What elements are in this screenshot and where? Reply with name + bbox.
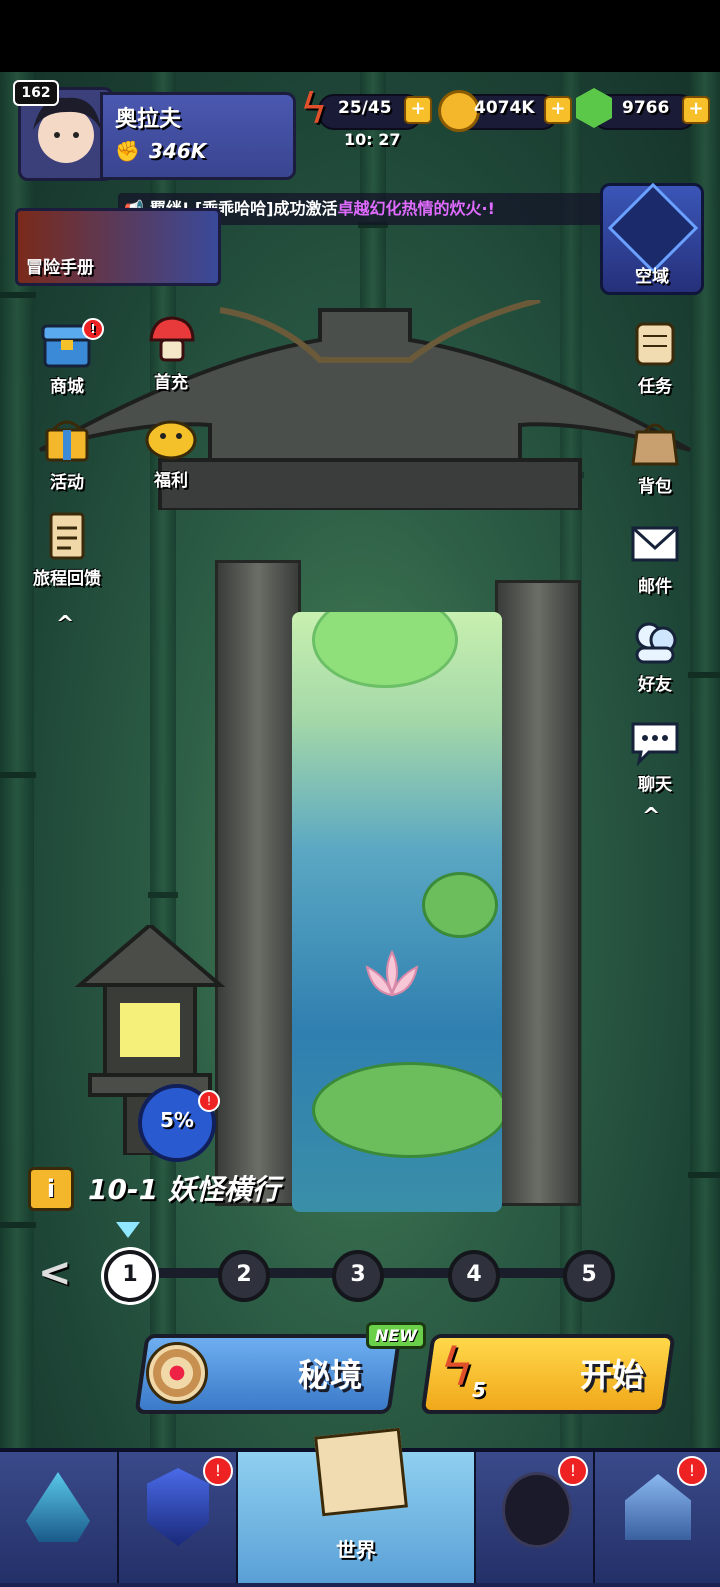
menu-first-charge-label: 首充 — [154, 373, 188, 393]
gold-plus-button[interactable]: + — [544, 96, 572, 124]
energy-plus-button[interactable]: + — [404, 96, 432, 124]
tab-hero[interactable] — [0, 1452, 119, 1583]
base-house-icon — [625, 1474, 691, 1540]
new-tag: NEW — [366, 1322, 426, 1349]
gem-plus-button[interactable]: + — [682, 96, 710, 124]
hero-crystal-icon — [26, 1472, 90, 1542]
chat-icon — [631, 722, 679, 767]
menu-shop-label: 商城 — [50, 377, 84, 397]
companion-alert-badge: ! — [558, 1456, 588, 1486]
ticker-highlight: 卓越幻化热情的炊火·! — [337, 199, 495, 218]
stage-step[interactable]: 1 — [104, 1250, 156, 1302]
gold-value: 4074K — [474, 98, 535, 118]
progress-badge[interactable]: 5% ! — [138, 1084, 220, 1162]
right-menu-collapse-chevron[interactable]: ^ — [642, 804, 660, 829]
temple-pillar-right — [495, 580, 581, 1206]
menu-welfare-label: 福利 — [154, 471, 188, 491]
bag-icon — [631, 423, 679, 466]
menu-bag[interactable]: 背包 — [610, 418, 700, 497]
shop-alert-badge: ! — [82, 318, 104, 340]
upgrade-shield-icon — [147, 1468, 209, 1546]
player-info-panel[interactable]: 奥拉夫 ✊ 346K — [100, 92, 296, 180]
menu-journey-reward[interactable]: 旅程回馈 — [22, 510, 112, 589]
power-icon: ✊ — [115, 139, 140, 163]
menu-welfare[interactable]: 福利 — [126, 412, 216, 491]
player-level: 162 — [13, 80, 59, 106]
sky-domain-label: 空域 — [635, 267, 669, 287]
upgrade-alert-badge: ! — [203, 1456, 233, 1486]
adventure-book-banner[interactable]: 冒险手册 — [15, 208, 221, 286]
stage-step[interactable]: 5 — [563, 1250, 615, 1302]
prev-chapter-arrow[interactable]: < — [38, 1250, 72, 1296]
left-menu-collapse-chevron[interactable]: ^ — [56, 612, 74, 637]
player-power: 346K — [149, 139, 207, 163]
tab-companion[interactable]: ! — [476, 1452, 595, 1583]
status-bar — [0, 0, 720, 72]
companion-icon — [502, 1472, 572, 1548]
stage-step[interactable]: 4 — [448, 1250, 500, 1302]
sky-domain-button[interactable]: 空域 — [600, 182, 704, 295]
menu-mail[interactable]: 邮件 — [610, 518, 700, 597]
temple-roof — [39, 300, 691, 510]
mushroom-icon — [149, 316, 195, 362]
pig-icon — [145, 420, 197, 460]
progress-alert-badge: ! — [198, 1090, 220, 1112]
stage-step[interactable]: 2 — [218, 1250, 270, 1302]
friends-icon — [635, 622, 677, 664]
menu-activity-label: 活动 — [50, 473, 84, 493]
menu-activity[interactable]: 活动 — [22, 414, 112, 493]
menu-bag-label: 背包 — [638, 477, 672, 497]
target-icon — [146, 1342, 208, 1404]
menu-chat-label: 聊天 — [638, 775, 672, 795]
tab-world-label: 世界 — [336, 1538, 376, 1562]
menu-journey-reward-label: 旅程回馈 — [33, 569, 101, 589]
stage-step[interactable]: 3 — [332, 1250, 384, 1302]
base-alert-badge: ! — [677, 1456, 707, 1486]
energy-value: 25/45 — [338, 98, 392, 118]
menu-chat[interactable]: 聊天 — [610, 716, 700, 795]
lotus-portal — [292, 612, 502, 1212]
gift-icon — [45, 420, 89, 462]
start-cost: 5 — [472, 1378, 486, 1402]
energy-timer: 10: 27 — [344, 130, 401, 149]
tab-upgrade[interactable]: ! — [119, 1452, 238, 1583]
menu-friends[interactable]: 好友 — [610, 616, 700, 695]
progress-value: 5% — [160, 1108, 194, 1132]
mail-icon — [631, 526, 679, 562]
menu-tasks[interactable]: 任务 — [610, 318, 700, 397]
adventure-book-label: 冒险手册 — [26, 258, 94, 278]
start-label: 开始 — [580, 1356, 645, 1394]
stage-info-icon[interactable]: i — [28, 1167, 74, 1211]
clipboard-icon — [49, 512, 85, 560]
menu-friends-label: 好友 — [638, 675, 672, 695]
menu-first-charge[interactable]: 首充 — [126, 314, 216, 393]
menu-shop[interactable]: 商城 ! — [22, 318, 112, 397]
stage-title: 10-1 妖怪横行 — [88, 1173, 280, 1206]
scroll-icon — [635, 322, 675, 366]
treasure-map-icon — [314, 1427, 408, 1517]
energy-icon: ϟ — [300, 84, 328, 133]
tab-base[interactable]: ! — [595, 1452, 720, 1583]
secret-realm-label: 秘境 — [298, 1356, 363, 1394]
menu-tasks-label: 任务 — [638, 377, 672, 397]
gem-value: 9766 — [622, 98, 670, 118]
player-name: 奥拉夫 — [115, 107, 182, 132]
menu-mail-label: 邮件 — [638, 577, 672, 597]
current-step-marker — [116, 1222, 140, 1238]
start-energy-icon: ϟ — [440, 1338, 475, 1398]
tab-world[interactable]: 世界 — [238, 1427, 476, 1583]
sky-domain-icon — [607, 182, 699, 274]
